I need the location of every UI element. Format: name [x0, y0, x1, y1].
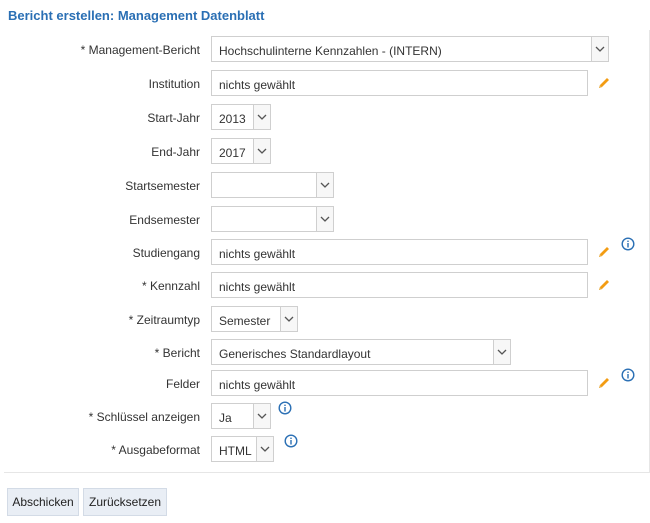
bericht-select[interactable]: Generisches Standardlayout — [211, 339, 511, 365]
chevron-down-icon — [280, 307, 297, 331]
schluessel-label: * Schlüssel anzeigen — [88, 410, 200, 424]
kennzahl-value: nichts gewählt — [219, 280, 296, 294]
institution-label: Institution — [148, 77, 200, 91]
management-bericht-label: * Management-Bericht — [80, 43, 200, 57]
zeitraumtyp-label: * Zeitraumtyp — [128, 313, 200, 327]
schluessel-value: Ja — [219, 411, 232, 425]
start-jahr-label: Start-Jahr — [147, 111, 200, 125]
zeitraumtyp-select[interactable]: Semester — [211, 306, 298, 332]
submit-button[interactable]: Abschicken — [7, 488, 79, 516]
schluessel-select[interactable]: Ja — [211, 403, 271, 429]
info-icon[interactable] — [621, 237, 635, 251]
info-icon[interactable] — [284, 434, 298, 448]
startsemester-label: Startsemester — [125, 179, 200, 193]
chevron-down-icon — [316, 207, 333, 231]
end-jahr-value: 2017 — [219, 146, 246, 160]
pencil-icon[interactable] — [597, 76, 611, 90]
end-jahr-select[interactable]: 2017 — [211, 138, 271, 164]
chevron-down-icon — [316, 173, 333, 197]
kennzahl-field[interactable]: nichts gewählt — [211, 272, 588, 298]
ausgabeformat-select[interactable]: HTML — [211, 436, 274, 462]
management-bericht-select[interactable]: Hochschulinterne Kennzahlen - (INTERN) — [211, 36, 609, 62]
studiengang-value: nichts gewählt — [219, 247, 296, 261]
institution-value: nichts gewählt — [219, 78, 296, 92]
chevron-down-icon — [253, 139, 270, 163]
page-title: Bericht erstellen: Management Datenblatt — [8, 8, 265, 23]
chevron-down-icon — [253, 105, 270, 129]
bericht-label: * Bericht — [154, 346, 200, 360]
zeitraumtyp-value: Semester — [219, 314, 271, 328]
felder-label: Felder — [165, 377, 200, 391]
felder-value: nichts gewählt — [219, 378, 296, 392]
felder-field[interactable]: nichts gewählt — [211, 370, 588, 396]
startsemester-select[interactable] — [211, 172, 334, 198]
ausgabeformat-value: HTML — [219, 444, 252, 458]
chevron-down-icon — [256, 437, 273, 461]
end-jahr-label: End-Jahr — [151, 145, 200, 159]
studiengang-label: Studiengang — [132, 246, 200, 260]
pencil-icon[interactable] — [597, 376, 611, 390]
reset-button[interactable]: Zurücksetzen — [83, 488, 167, 516]
info-icon[interactable] — [278, 401, 292, 415]
start-jahr-select[interactable]: 2013 — [211, 104, 271, 130]
bericht-value: Generisches Standardlayout — [219, 347, 371, 361]
start-jahr-value: 2013 — [219, 112, 246, 126]
chevron-down-icon — [493, 340, 510, 364]
pencil-icon[interactable] — [597, 245, 611, 259]
management-bericht-value: Hochschulinterne Kennzahlen - (INTERN) — [219, 44, 442, 58]
endsemester-label: Endsemester — [129, 213, 200, 227]
chevron-down-icon — [253, 404, 270, 428]
info-icon[interactable] — [621, 368, 635, 382]
studiengang-field[interactable]: nichts gewählt — [211, 239, 588, 265]
ausgabeformat-label: * Ausgabeformat — [111, 443, 200, 457]
institution-field[interactable]: nichts gewählt — [211, 70, 588, 96]
pencil-icon[interactable] — [597, 278, 611, 292]
kennzahl-label: * Kennzahl — [141, 279, 200, 293]
endsemester-select[interactable] — [211, 206, 334, 232]
chevron-down-icon — [591, 37, 608, 61]
